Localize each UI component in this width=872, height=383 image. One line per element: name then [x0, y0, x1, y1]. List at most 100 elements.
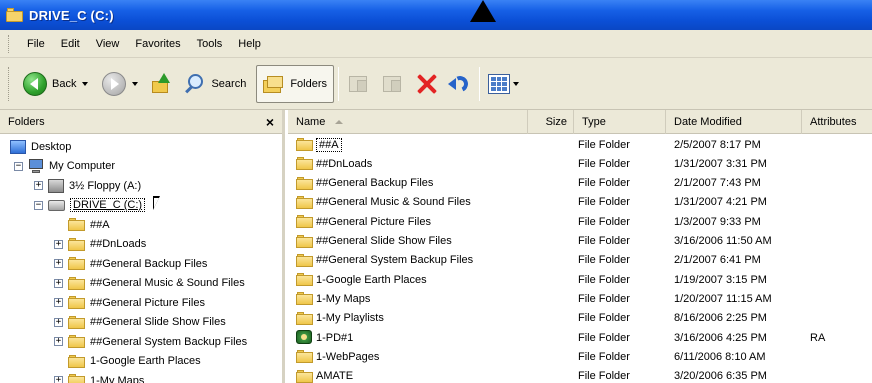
menu-favorites[interactable]: Favorites [127, 38, 188, 50]
column-size[interactable]: Size [528, 110, 574, 134]
search-button[interactable]: Search [180, 65, 250, 103]
tree-item-label: Desktop [31, 140, 72, 153]
file-type-cell: File Folder [578, 254, 630, 267]
tree-item[interactable]: + ##General Slide Show Files [54, 313, 226, 332]
tree-item[interactable]: +3½ Floppy (A:) [34, 176, 141, 195]
move-to-button[interactable] [343, 65, 377, 103]
table-row[interactable]: ##DnLoads File Folder 1/31/2007 3:31 PM [288, 154, 872, 173]
file-name-cell[interactable]: 1-My Maps [296, 289, 370, 308]
tree-item[interactable]: + ##General Backup Files [54, 254, 207, 273]
table-row[interactable]: ##General Slide Show Files File Folder 3/1… [288, 232, 872, 251]
views-dropdown-icon[interactable] [513, 81, 520, 86]
undo-button[interactable] [443, 65, 475, 103]
delete-button[interactable] [411, 65, 443, 103]
tree-item[interactable]: + ##General System Backup Files [54, 332, 247, 351]
table-row[interactable]: AMATE File Folder 3/20/2006 6:35 PM [288, 367, 872, 383]
expand-icon[interactable]: + [54, 239, 63, 249]
forward-button[interactable] [98, 65, 142, 103]
file-name-cell[interactable]: 1-Google Earth Places [296, 270, 427, 289]
table-row[interactable]: ##General System Backup Files File Folder… [288, 251, 872, 270]
file-type-cell: File Folder [578, 312, 630, 325]
tree-item[interactable]: − My Computer [14, 157, 115, 176]
menu-file[interactable]: File [19, 38, 53, 50]
forward-dropdown-icon[interactable] [132, 81, 139, 86]
folder-icon [296, 215, 313, 229]
table-row[interactable]: ##General Picture Files File Folder 1/3/20… [288, 212, 872, 231]
tree-item-label: 1-Google Earth Places [90, 355, 201, 367]
expand-icon[interactable]: + [54, 337, 63, 346]
folder-icon [296, 292, 313, 306]
close-icon[interactable]: × [266, 114, 274, 130]
column-type[interactable]: Type [574, 110, 666, 134]
file-name-cell[interactable]: 1-My Playlists [296, 309, 384, 328]
file-name-cell[interactable]: ##DnLoads [296, 154, 372, 173]
copy-to-button[interactable] [377, 65, 411, 103]
back-dropdown-icon[interactable] [82, 81, 89, 86]
menu-edit[interactable]: Edit [53, 38, 88, 50]
menu-tools[interactable]: Tools [189, 38, 231, 50]
expand-icon[interactable]: + [54, 259, 63, 268]
table-row[interactable]: 1-PD#1 File Folder 3/16/2006 4:25 PM RA [288, 328, 872, 347]
folder-icon [68, 335, 85, 348]
tree-item[interactable]: +1-My Maps [54, 371, 144, 383]
table-row[interactable]: ##General Music & Sound Files File Folder… [288, 193, 872, 212]
folder-icon [68, 374, 85, 383]
tree-item[interactable]: Desktop [10, 137, 71, 156]
folder-icon [68, 218, 85, 231]
menu-help[interactable]: Help [230, 38, 269, 50]
table-row[interactable]: ##General Backup Files File Folder 2/1/200… [288, 174, 872, 193]
table-row[interactable]: 1-Google Earth Places File Folder 1/19/200… [288, 270, 872, 289]
table-row[interactable]: 1-WebPages File Folder 6/11/2006 8:10 AM [288, 347, 872, 366]
tree-item[interactable]: + ##General Picture Files [54, 293, 205, 312]
tree-item[interactable]: ##A [68, 215, 110, 234]
expand-icon[interactable]: + [54, 278, 63, 288]
file-type-cell: File Folder [578, 273, 630, 286]
column-name[interactable]: Name [288, 110, 528, 134]
file-name: ##General Picture Files [316, 215, 431, 228]
tree-item[interactable]: + ##General Music & Sound Files [54, 274, 245, 293]
views-icon [488, 73, 511, 94]
expand-icon[interactable]: + [54, 317, 63, 327]
file-date-cell: 6/11/2006 8:10 AM [674, 350, 766, 363]
file-name-cell[interactable]: AMATE [296, 367, 353, 383]
tree-item[interactable]: + ##DnLoads [54, 235, 146, 254]
folder-icon [296, 138, 313, 151]
title-bar[interactable]: DRIVE_C (C:) [0, 0, 872, 30]
tree-item-label: DRIVE_C (C:) [70, 198, 146, 212]
file-name: 1-Google Earth Places [316, 273, 427, 286]
back-label: Back [52, 77, 77, 90]
file-name-cell[interactable]: 1-WebPages [296, 347, 379, 366]
tree-item[interactable]: − DRIVE_C (C:) [34, 196, 146, 215]
file-name-cell[interactable]: ##General Slide Show Files [296, 232, 452, 251]
expand-icon[interactable]: + [54, 376, 63, 383]
table-row[interactable]: ##A File Folder 2/5/2007 8:17 PM [288, 135, 872, 154]
table-row[interactable]: 1-My Maps File Folder 1/20/2007 11:15 AM [288, 289, 872, 308]
table-row[interactable]: 1-My Playlists File Folder 8/16/2006 2:25 … [288, 309, 872, 328]
file-name-cell[interactable]: ##General Backup Files [296, 174, 433, 193]
file-name-cell[interactable]: 1-PD#1 [296, 328, 353, 347]
menu-view[interactable]: View [88, 38, 128, 50]
folder-icon [68, 276, 85, 290]
expand-icon[interactable]: + [34, 181, 43, 190]
views-button[interactable] [484, 65, 523, 103]
tree-item[interactable]: 1-Google Earth Places [68, 352, 201, 371]
collapse-icon[interactable]: − [34, 200, 43, 210]
file-list: Name Size Type Date Modified Attributes … [288, 110, 872, 383]
file-type-cell: File Folder [578, 350, 630, 363]
folders-button[interactable]: Folders [256, 64, 335, 103]
folder-icon [296, 157, 313, 171]
back-button[interactable]: Back [19, 65, 92, 103]
file-name-cell[interactable]: ##General Music & Sound Files [296, 193, 471, 212]
folder-icon [68, 354, 85, 368]
file-name-cell[interactable]: ##A [296, 135, 342, 154]
file-name-cell[interactable]: ##General System Backup Files [296, 251, 473, 270]
file-name-cell[interactable]: ##General Picture Files [296, 212, 431, 231]
column-date-modified[interactable]: Date Modified [666, 110, 802, 134]
tree-item-label: 1-My Maps [90, 374, 145, 383]
folders-pane-title: Folders [8, 115, 45, 128]
expand-icon[interactable]: + [54, 298, 63, 307]
column-header: Name Size Type Date Modified Attributes [288, 110, 872, 134]
collapse-icon[interactable]: − [14, 161, 23, 171]
column-attributes[interactable]: Attributes [802, 110, 872, 134]
up-folder-button[interactable] [146, 65, 176, 103]
